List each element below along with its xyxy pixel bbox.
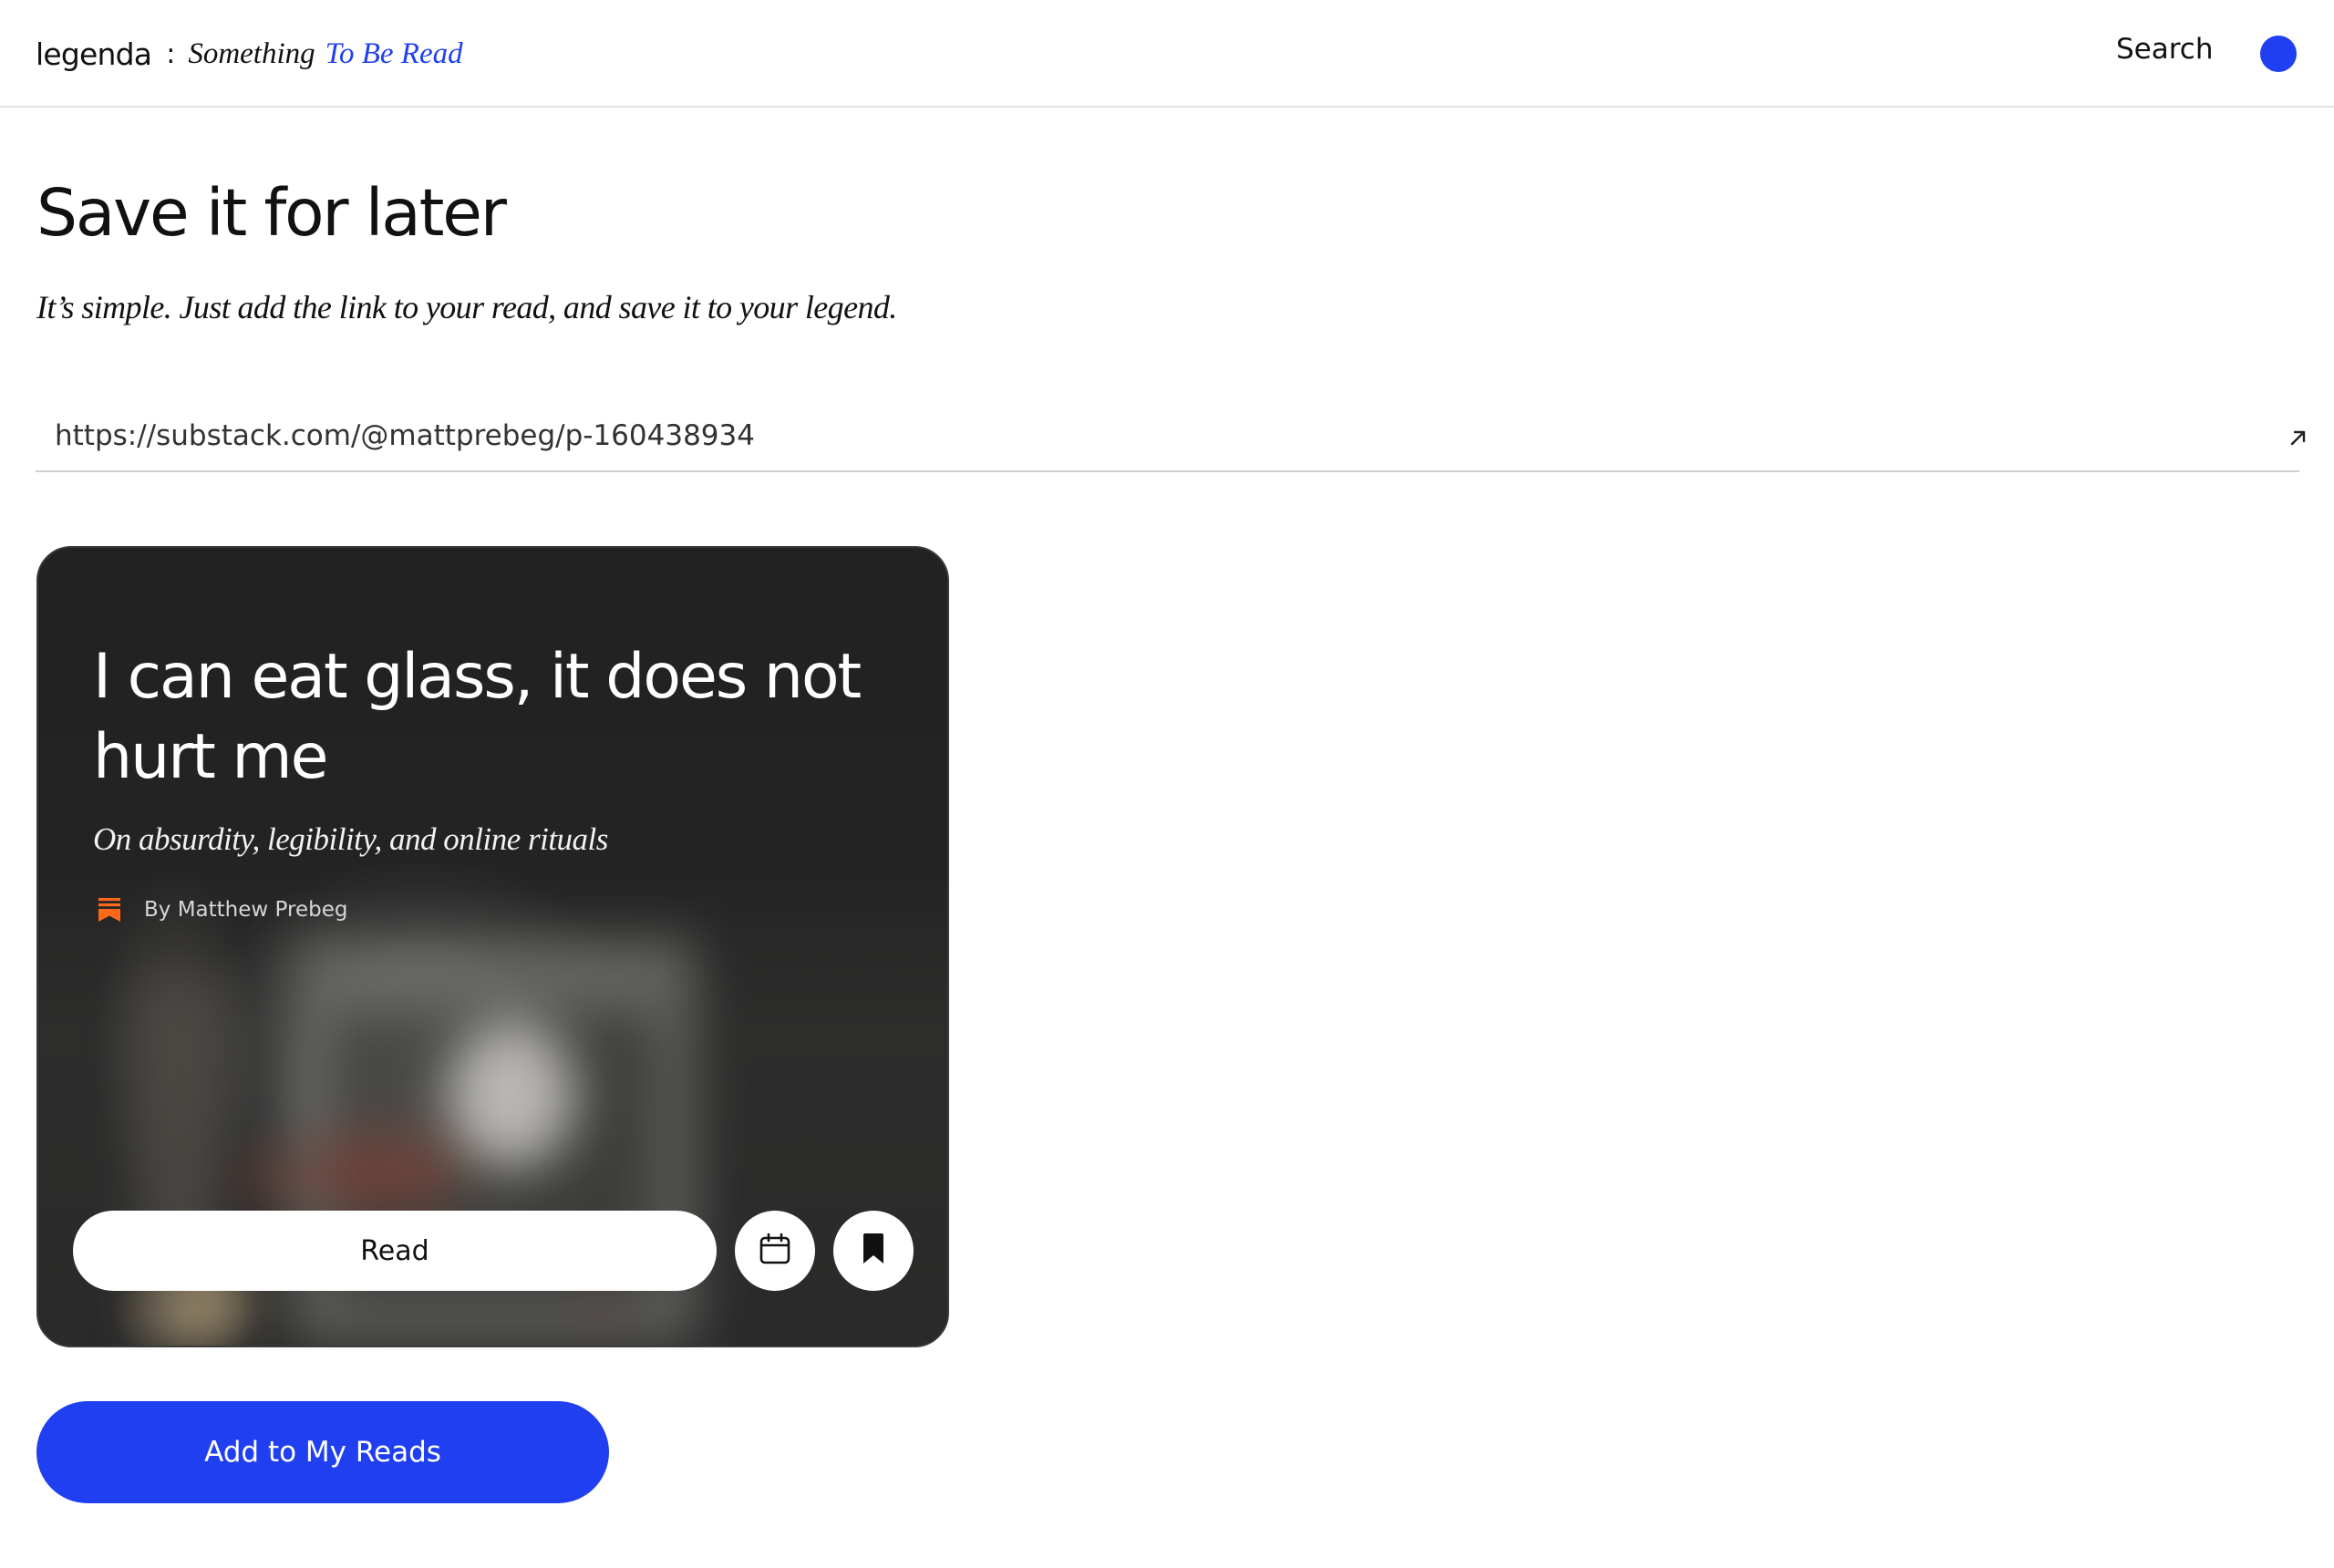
read-button[interactable]: Read [73,1211,717,1291]
bookmark-button[interactable] [833,1211,914,1291]
page-subtitle: It’s simple. Just add the link to your r… [36,289,897,325]
brand-name: legenda [36,36,152,72]
card-author: By Matthew Prebeg [144,898,348,922]
arrow-up-right-icon[interactable] [2286,425,2311,450]
card-source: By Matthew Prebeg [98,896,347,923]
page-title: Save it for later [36,175,507,251]
url-input[interactable] [55,407,2225,465]
article-preview-card: I can eat glass, it does not hurt me On … [36,546,949,1347]
brand-tagline-highlight: To Be Read [325,36,463,70]
search-link[interactable]: Search [2116,33,2214,66]
card-title: I can eat glass, it does not hurt me [93,641,862,793]
calendar-icon [759,1233,791,1269]
top-bar: legenda : Something To Be Read Search [0,0,2334,108]
schedule-button[interactable] [735,1211,815,1291]
substack-icon [98,898,120,922]
brand-tagline-prefix: Something [188,36,315,70]
brand-separator: : [166,37,176,70]
brand[interactable]: legenda : Something To Be Read [36,0,463,108]
bookmark-icon [860,1233,887,1269]
card-subtitle: On absurdity, legibility, and online rit… [93,821,608,857]
add-to-my-reads-button[interactable]: Add to My Reads [36,1401,609,1503]
avatar[interactable] [2260,36,2297,72]
url-field [36,407,2306,472]
